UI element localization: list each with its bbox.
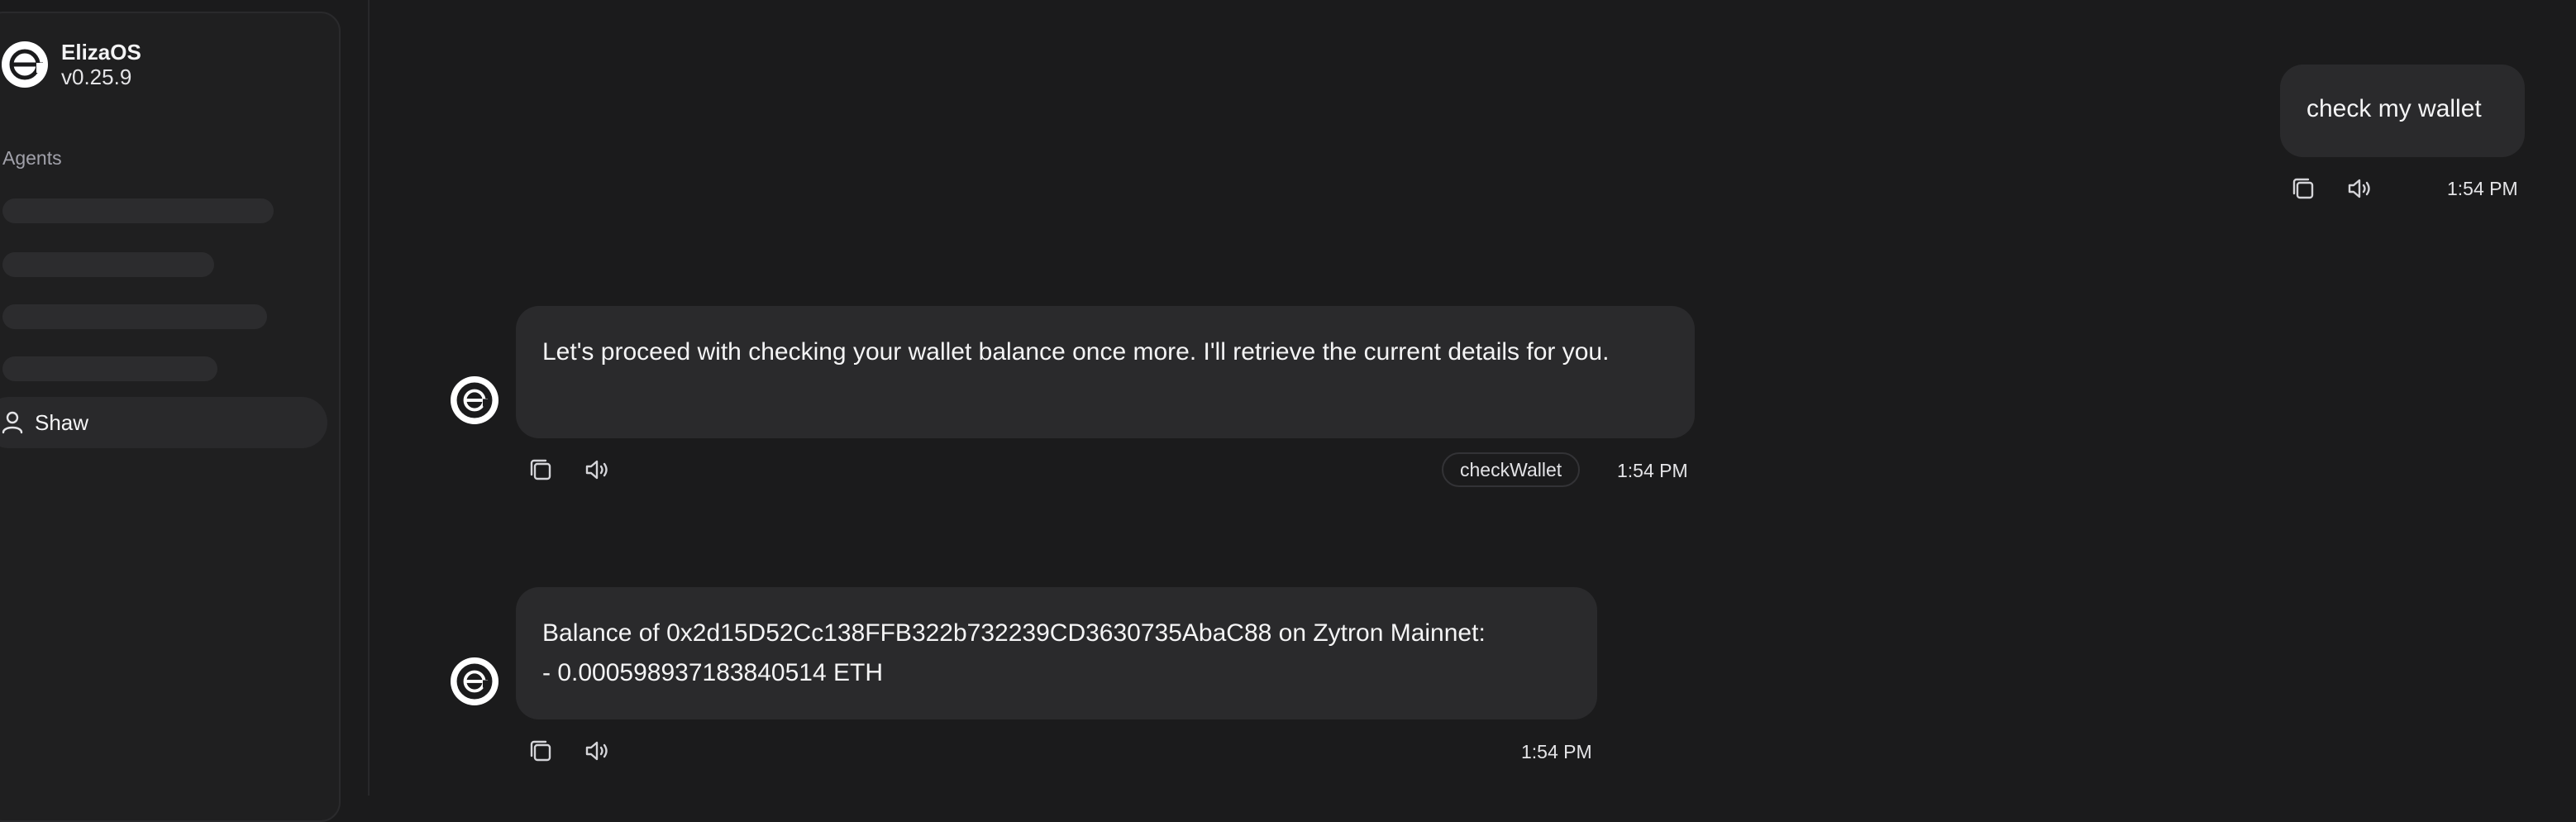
message-timestamp: 1:54 PM [1521,741,1592,762]
message-text: Let's proceed with checking your wallet … [542,338,1610,366]
user-message-bubble: check my wallet [2280,65,2525,157]
version-label: v0.25.9 [61,65,132,89]
brand-name: ElizaOS [61,40,141,65]
sidebar-item-shaw[interactable]: Shaw [0,397,327,448]
elizaos-logo-icon [2,41,48,88]
agent-message-bubble: Let's proceed with checking your wallet … [516,306,1695,438]
speaker-icon[interactable] [582,736,612,766]
elizaos-logo-icon [456,382,493,418]
copy-icon[interactable] [526,455,556,485]
agent-avatar [451,657,499,705]
agent-skeleton [2,252,214,277]
speaker-icon[interactable] [582,455,612,485]
action-badge: checkWallet [1442,452,1581,487]
sidebar-divider [368,0,370,796]
user-icon [2,411,23,434]
agent-avatar [451,376,499,424]
message-text-line: Balance of 0x2d15D52Cc138FFB322b732239CD… [542,619,1486,647]
message-timestamp: 1:54 PM [1617,460,1688,481]
agent-skeleton [2,198,274,223]
brand-header[interactable]: ElizaOS v0.25.9 [0,40,141,89]
speaker-icon[interactable] [2345,174,2374,203]
agent-message-bubble: Balance of 0x2d15D52Cc138FFB322b732239CD… [516,587,1597,719]
copy-icon[interactable] [2288,174,2318,203]
agent-skeleton [2,356,217,381]
elizaos-logo-icon [456,663,493,700]
message-timestamp: 1:54 PM [2447,178,2518,199]
message-text: check my wallet [2306,95,2482,122]
message-text-line: - 0.000598937183840514 ETH [542,659,884,686]
copy-icon[interactable] [526,736,556,766]
agent-skeleton [2,304,267,329]
agents-section-label: Agents [2,147,62,169]
sidebar-item-label: Shaw [35,409,89,435]
